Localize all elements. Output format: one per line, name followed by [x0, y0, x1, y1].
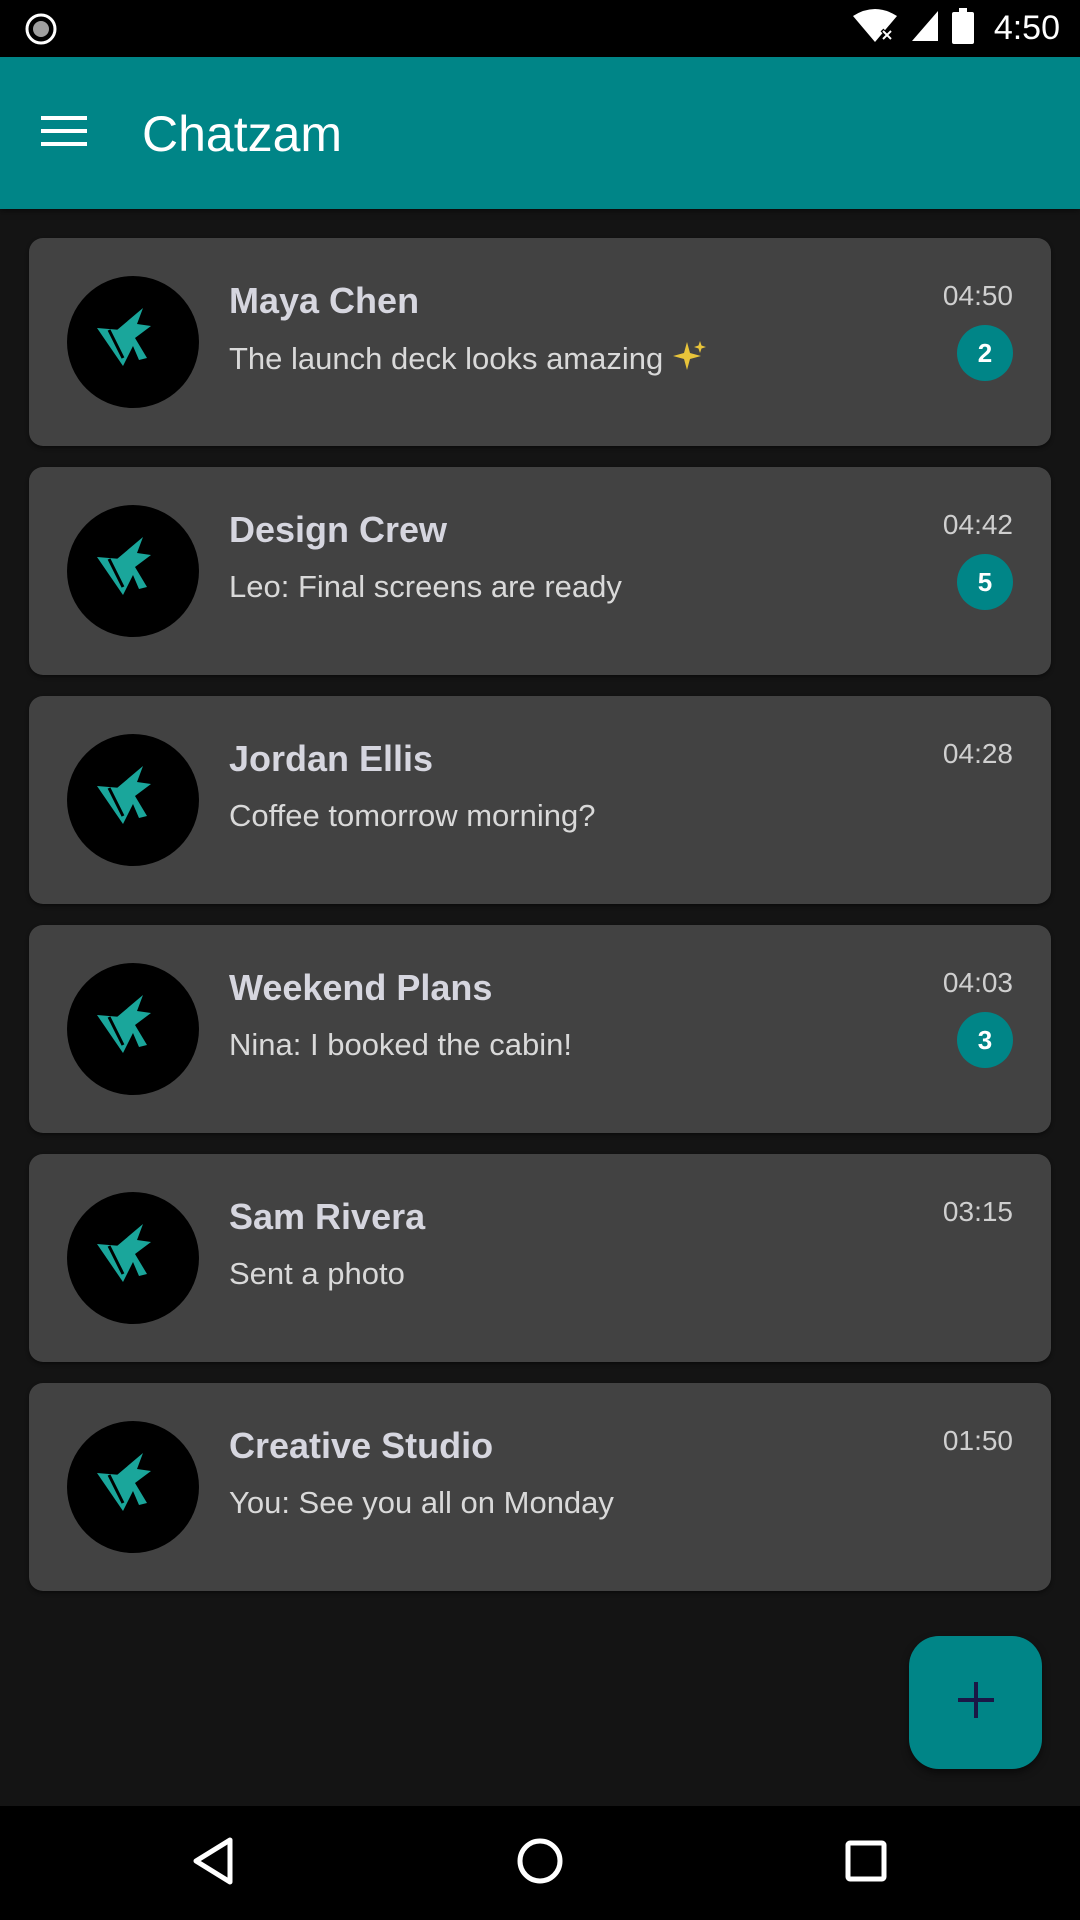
chat-preview: Leo: Final screens are ready	[229, 569, 622, 604]
recents-icon	[843, 1838, 889, 1889]
chat-preview-row: The launch deck looks amazing	[229, 340, 707, 382]
unread-badge: 2	[957, 325, 1013, 381]
avatar	[67, 963, 199, 1095]
chat-preview: Coffee tomorrow morning?	[229, 798, 596, 833]
hamburger-menu-icon	[41, 114, 87, 153]
sparkle-emoji-icon	[673, 340, 707, 382]
chat-name: Weekend Plans	[229, 967, 493, 1008]
system-nav-bar	[0, 1806, 1080, 1920]
chat-name: Sam Rivera	[229, 1196, 426, 1237]
battery-icon	[951, 8, 974, 49]
unread-badge: 3	[957, 1012, 1013, 1068]
lightning-logo-icon	[97, 537, 151, 595]
avatar	[67, 1192, 199, 1324]
unread-badge: 5	[957, 554, 1013, 610]
chat-preview: The launch deck looks amazing	[229, 341, 664, 377]
lightning-logo-icon	[97, 1224, 151, 1282]
chat-preview: Sent a photo	[229, 1256, 405, 1291]
chat-preview: Nina: I booked the cabin!	[229, 1027, 572, 1062]
chat-time: 04:28	[942, 738, 1013, 769]
chat-time: 01:50	[942, 1425, 1013, 1456]
plus-icon	[956, 1680, 996, 1725]
menu-button[interactable]	[28, 97, 100, 169]
chat-name: Creative Studio	[229, 1425, 494, 1466]
home-icon	[515, 1836, 565, 1891]
chat-name: Maya Chen	[229, 280, 420, 321]
chat-card[interactable]: Sam Rivera Sent a photo 03:15	[29, 1154, 1051, 1362]
signal-icon	[910, 9, 940, 48]
chat-time: 04:50	[942, 280, 1013, 311]
avatar	[67, 734, 199, 866]
chat-card[interactable]: Design Crew Leo: Final screens are ready…	[29, 467, 1051, 675]
back-button[interactable]	[182, 1831, 246, 1895]
chat-name: Jordan Ellis	[229, 738, 434, 779]
chat-name: Design Crew	[229, 509, 448, 550]
avatar	[67, 276, 199, 408]
app-title: Chatzam	[142, 106, 343, 162]
lightning-logo-icon	[97, 304, 151, 376]
chat-list-screen: 4:50 Chatzam Maya Chen The launch deck l…	[0, 0, 1080, 1920]
status-bar: 4:50	[0, 0, 1080, 57]
chat-preview: You: See you all on Monday	[229, 1485, 614, 1520]
lightning-logo-icon	[97, 995, 151, 1053]
record-icon	[24, 12, 58, 46]
lightning-logo-icon	[97, 766, 151, 824]
chat-card[interactable]: Jordan Ellis Coffee tomorrow morning? 04…	[29, 696, 1051, 904]
chat-time: 04:42	[942, 509, 1013, 540]
lightning-logo-icon	[97, 1453, 151, 1511]
chat-time: 04:03	[942, 967, 1013, 998]
chat-card[interactable]: Creative Studio You: See you all on Mond…	[29, 1383, 1051, 1591]
chat-card[interactable]: Maya Chen The launch deck looks amazing …	[29, 238, 1051, 446]
app-bar: Chatzam	[0, 57, 1080, 209]
back-icon	[190, 1836, 238, 1891]
new-chat-fab[interactable]	[909, 1636, 1042, 1769]
avatar	[67, 1421, 199, 1553]
recents-button[interactable]	[834, 1831, 898, 1895]
status-icons: 4:50	[852, 0, 1060, 57]
home-button[interactable]	[508, 1831, 572, 1895]
avatar	[67, 505, 199, 637]
status-time: 4:50	[993, 9, 1060, 47]
chat-card[interactable]: Weekend Plans Nina: I booked the cabin! …	[29, 925, 1051, 1133]
wifi-icon	[852, 8, 898, 49]
chat-time: 03:15	[942, 1196, 1013, 1227]
